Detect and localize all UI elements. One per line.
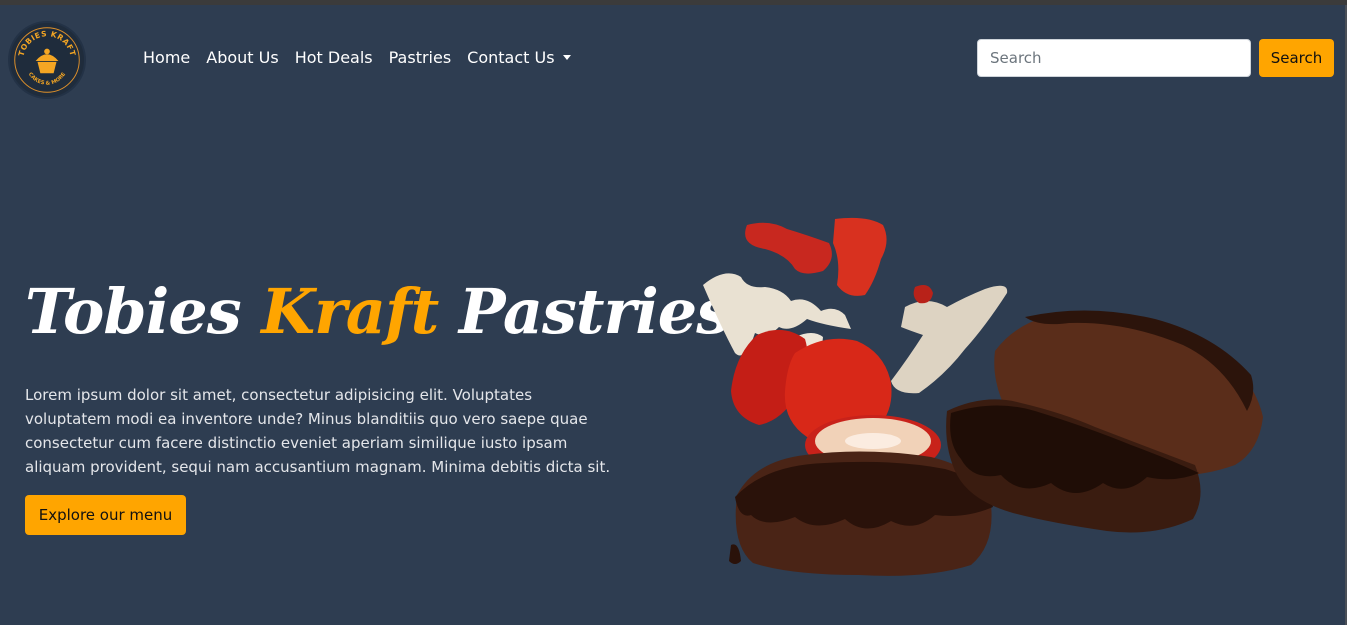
- hero-title-part2: Pastries: [458, 275, 731, 348]
- search-button[interactable]: Search: [1259, 39, 1334, 77]
- nav-contact-label: Contact Us: [467, 48, 555, 67]
- nav-menu: Home About Us Hot Deals Pastries Contact…: [135, 47, 579, 69]
- search-input[interactable]: [977, 39, 1251, 77]
- caret-down-icon: [562, 55, 571, 60]
- svg-text:CAKES & MORE: CAKES & MORE: [27, 71, 67, 87]
- hero-title-accent: Kraft: [261, 275, 439, 348]
- nav-home-link[interactable]: Home: [135, 47, 198, 69]
- hero-description: Lorem ipsum dolor sit amet, consectetur …: [25, 386, 611, 476]
- chocolate-cake-strawberries-image: [695, 215, 1270, 577]
- nav-hot-deals-link[interactable]: Hot Deals: [287, 47, 381, 69]
- hero-title: Tobies Kraft Pastries: [25, 262, 731, 362]
- brand-logo[interactable]: TOBIES KRAFT CAKES & MORE: [8, 21, 86, 99]
- explore-menu-button[interactable]: Explore our menu: [25, 495, 186, 535]
- logo-text-bottom: CAKES & MORE: [27, 71, 67, 87]
- cupcake-icon: TOBIES KRAFT CAKES & MORE: [14, 27, 80, 93]
- nav-about-link[interactable]: About Us: [198, 47, 286, 69]
- hero-title-part1: Tobies: [25, 275, 242, 348]
- nav-contact-dropdown[interactable]: Contact Us: [459, 47, 578, 69]
- nav-pastries-link[interactable]: Pastries: [381, 47, 460, 69]
- navbar: TOBIES KRAFT CAKES & MORE Home About Us …: [0, 5, 1347, 113]
